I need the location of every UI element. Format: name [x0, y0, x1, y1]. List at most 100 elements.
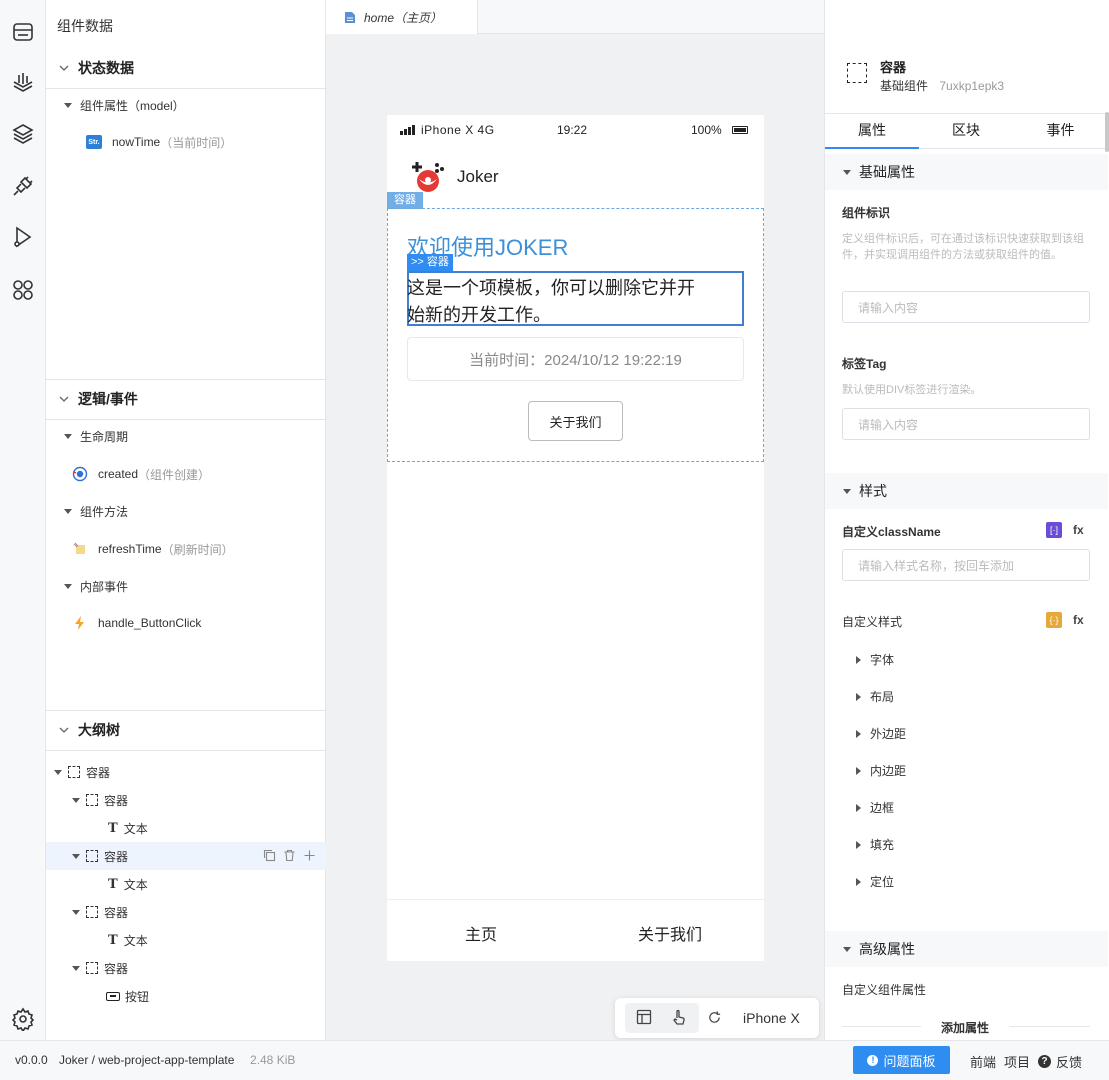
problems-panel-button[interactable]: ! 问题面板 — [853, 1046, 950, 1074]
apps-icon[interactable] — [8, 275, 38, 305]
outline-node[interactable]: 容器 — [46, 758, 326, 786]
basic-section-header[interactable]: 基础属性 — [825, 154, 1108, 190]
classname-fx-button[interactable]: fx — [1073, 523, 1084, 537]
events-group[interactable]: 内部事件 — [46, 572, 326, 600]
state-item-nowtime[interactable]: Str. nowTime （当前时间） — [46, 128, 326, 156]
hand-pointer-icon[interactable] — [671, 1009, 687, 1028]
nav-home[interactable]: 主页 — [465, 921, 497, 945]
editor-tab-bar: home（主页） — [326, 0, 824, 34]
caret-down-icon — [54, 769, 62, 775]
lifecycle-item-created[interactable]: created （组件创建） — [46, 460, 326, 488]
custom-style-label: 自定义样式 — [842, 615, 903, 629]
device-select[interactable]: iPhone X — [743, 1010, 800, 1026]
tab-blocks[interactable]: 区块 — [919, 114, 1013, 149]
method-item-refreshtime[interactable]: refreshTime （刷新时间） — [46, 535, 326, 563]
phone-battery: 100% — [691, 123, 722, 137]
app-name: Joker — [457, 167, 499, 186]
classname-input[interactable]: 请输入样式名称，按回车添加 — [842, 549, 1090, 581]
method-hint: （刷新时间） — [161, 542, 234, 557]
component-id-input[interactable]: 请输入内容 — [842, 291, 1090, 323]
outline-node[interactable]: 按钮 — [46, 982, 326, 1010]
logic-events-title: 逻辑/事件 — [78, 391, 138, 407]
caret-right-icon — [856, 692, 861, 701]
container-tag[interactable]: 容器 — [387, 192, 423, 209]
component-name: 容器 — [880, 60, 907, 75]
style-item-layout[interactable]: 布局 — [856, 688, 894, 705]
state-data-title: 状态数据 — [78, 60, 134, 76]
lifecycle-label: 生命周期 — [80, 429, 129, 444]
layers-icon[interactable] — [8, 119, 38, 149]
right-scrollbar[interactable] — [1105, 112, 1109, 152]
outline-node[interactable]: T 文本 — [46, 870, 326, 898]
plugin-icon[interactable] — [8, 171, 38, 201]
methods-group[interactable]: 组件方法 — [46, 497, 326, 525]
events-label: 内部事件 — [80, 579, 129, 594]
logic-events-header[interactable]: 逻辑/事件 — [46, 379, 326, 419]
add-attr-button[interactable]: 添加属性 — [921, 1019, 1010, 1036]
chevron-down-icon — [59, 65, 69, 71]
component-id-desc: 定义组件标识后，可在通过该标识快速获取到该组件，并实现调用组件的方法或获取组件的… — [842, 233, 1084, 261]
caret-down-icon — [843, 946, 851, 952]
caret-down-icon — [72, 797, 80, 803]
chart-stack-icon[interactable] — [8, 68, 38, 98]
copy-icon[interactable] — [263, 849, 276, 865]
tab-events[interactable]: 事件 — [1013, 114, 1108, 149]
about-us-button[interactable]: 关于我们 — [528, 401, 623, 441]
inner-container-tag[interactable]: >> 容器 — [407, 254, 453, 271]
custom-style-code-icon[interactable]: {·} — [1046, 612, 1062, 628]
outline-node-label: 文本 — [123, 877, 148, 892]
classname-code-icon[interactable]: [·] — [1046, 522, 1062, 538]
property-tabs: 属性 区块 事件 — [825, 113, 1108, 149]
outline-node[interactable]: 容器 — [46, 786, 326, 814]
phone-carrier: iPhone X 4G — [421, 123, 495, 137]
container-icon — [86, 794, 98, 806]
style-item-position[interactable]: 定位 — [856, 873, 894, 890]
outline-node-selected[interactable]: 容器 — [46, 842, 326, 870]
run-icon[interactable] — [8, 222, 38, 252]
caret-down-icon — [64, 508, 72, 514]
version: v0.0.0 — [15, 1053, 48, 1067]
model-group[interactable]: 组件属性（model） — [46, 91, 326, 119]
style-item-border[interactable]: 边框 — [856, 799, 894, 816]
delete-icon[interactable] — [283, 849, 296, 865]
event-item-button-click[interactable]: handle_ButtonClick — [46, 609, 326, 637]
outline-header[interactable]: 大纲树 — [46, 710, 326, 750]
chevron-down-icon — [59, 396, 69, 402]
method-icon — [73, 542, 85, 554]
tab-home[interactable]: home（主页） — [326, 0, 478, 34]
style-item-font[interactable]: 字体 — [856, 651, 894, 668]
caret-down-icon — [72, 965, 80, 971]
custom-style-fx-button[interactable]: fx — [1073, 613, 1084, 627]
project-path[interactable]: Joker / web-project-app-template — [59, 1053, 234, 1067]
lifecycle-group[interactable]: 生命周期 — [46, 422, 326, 450]
tag-input[interactable]: 请输入内容 — [842, 408, 1090, 440]
left-panel: 组件数据 状态数据 组件属性（model） Str. nowTime （当前时间… — [46, 0, 326, 1040]
style-item-margin[interactable]: 外边距 — [856, 725, 906, 742]
feedback-link[interactable]: ? 反馈 — [1038, 1052, 1082, 1071]
tab-properties[interactable]: 属性 — [825, 114, 919, 149]
nav-about[interactable]: 关于我们 — [638, 921, 702, 945]
outline-node[interactable]: 容器 — [46, 954, 326, 982]
style-item-label: 定位 — [870, 875, 895, 889]
style-item-fill[interactable]: 填充 — [856, 836, 894, 853]
outline-node[interactable]: T 文本 — [46, 814, 326, 842]
component-data-icon[interactable] — [8, 17, 38, 47]
settings-gear-icon[interactable] — [8, 1004, 38, 1034]
container-icon — [68, 766, 80, 778]
refresh-icon[interactable] — [707, 1010, 722, 1028]
component-type: 基础组件 — [880, 79, 929, 93]
outline-node[interactable]: 容器 — [46, 898, 326, 926]
frontend-link[interactable]: 前端 — [970, 1052, 996, 1071]
tag-label: 标签Tag — [842, 357, 887, 371]
add-icon[interactable] — [303, 849, 316, 865]
advanced-section-header[interactable]: 高级属性 — [825, 931, 1108, 967]
style-item-padding[interactable]: 内边距 — [856, 762, 906, 779]
caret-right-icon — [856, 803, 861, 812]
caret-right-icon — [856, 729, 861, 738]
project-link[interactable]: 项目 — [1004, 1052, 1030, 1071]
state-data-header[interactable]: 状态数据 — [46, 48, 326, 88]
component-id-label: 组件标识 — [842, 206, 891, 220]
style-section-header[interactable]: 样式 — [825, 473, 1108, 509]
layout-icon[interactable] — [636, 1009, 652, 1028]
outline-node[interactable]: T 文本 — [46, 926, 326, 954]
